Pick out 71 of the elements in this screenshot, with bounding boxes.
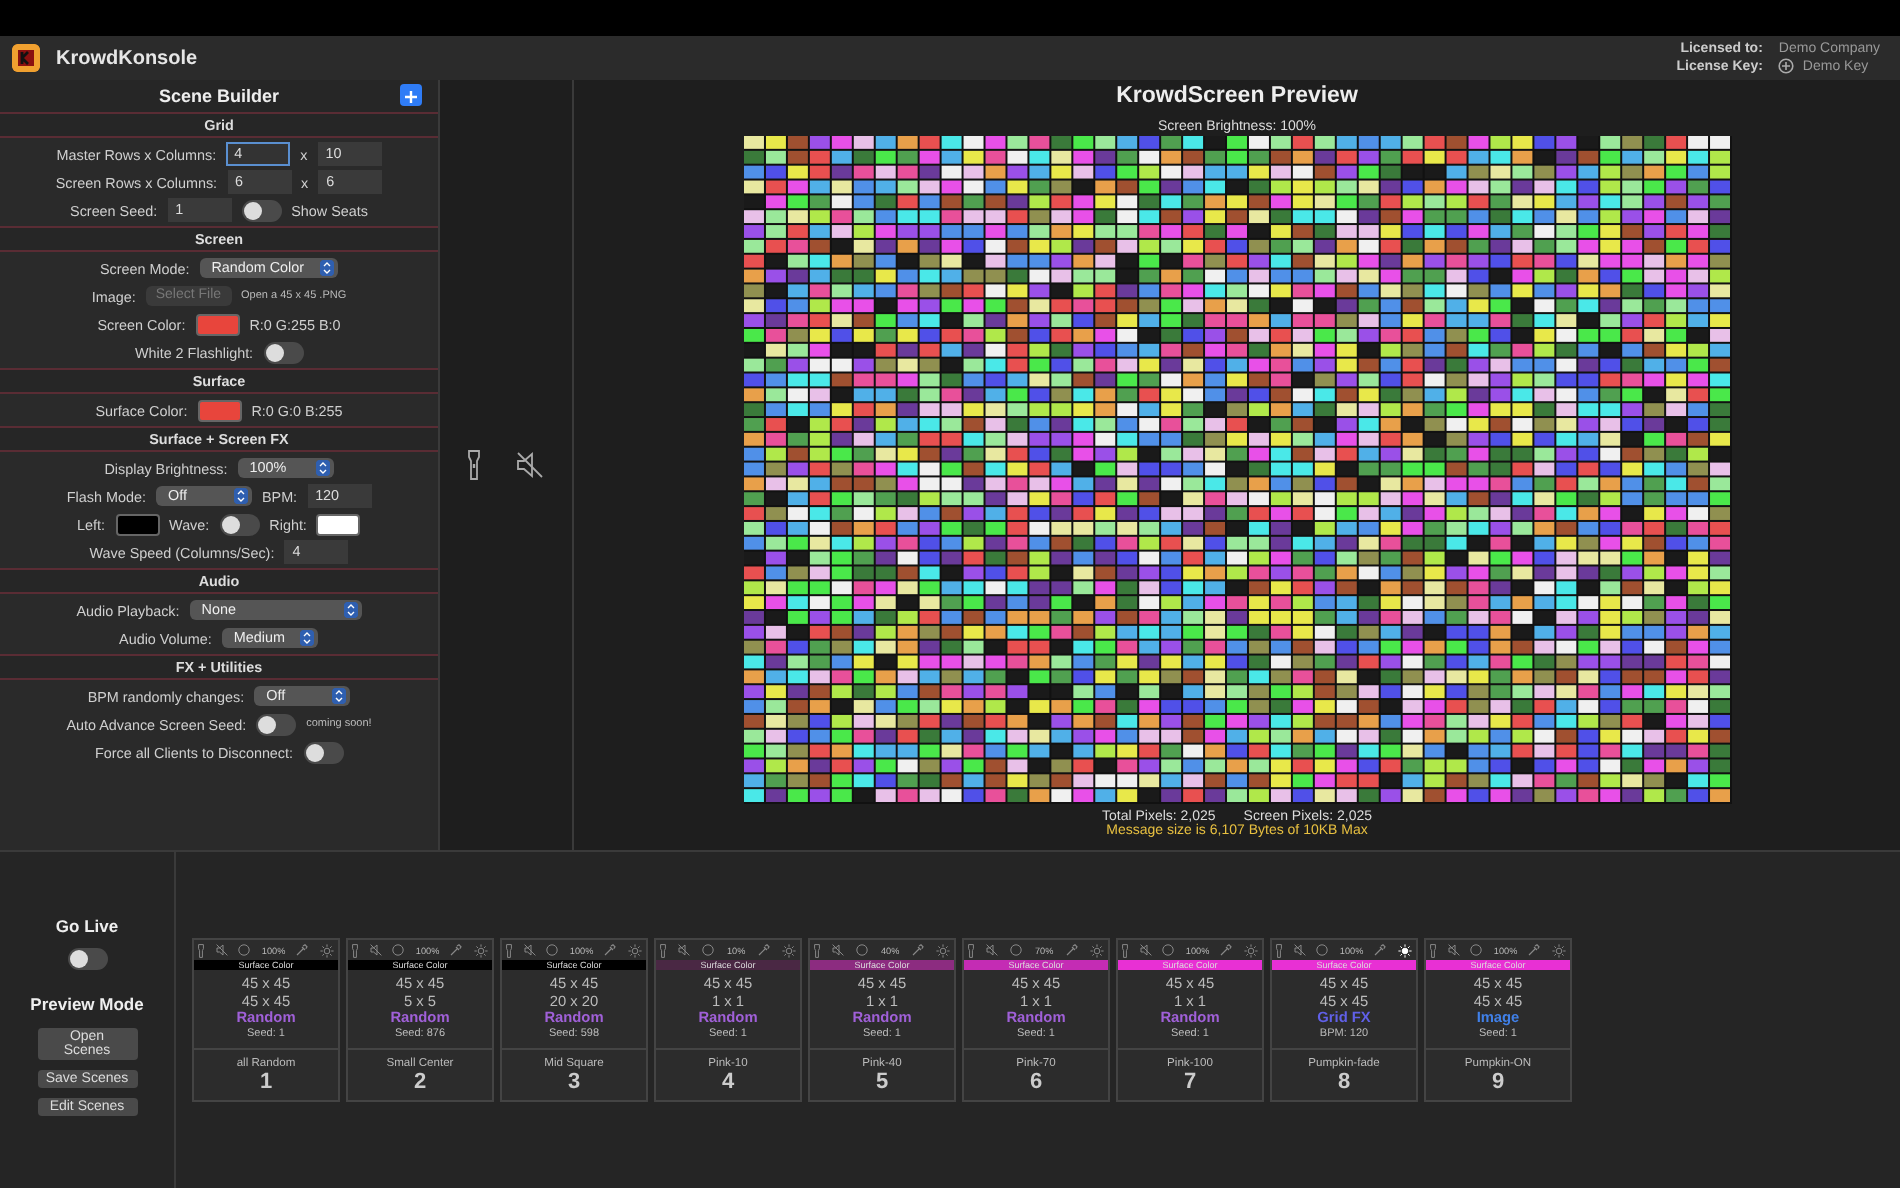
mute-icon[interactable]	[986, 944, 999, 956]
mute-icon[interactable]	[215, 944, 228, 956]
circle-icon[interactable]	[702, 944, 715, 956]
up-down-arrows-icon	[233, 488, 248, 504]
eyedropper-icon[interactable]	[757, 944, 770, 956]
mute-icon[interactable]	[516, 452, 544, 478]
eyedropper-icon[interactable]	[1528, 944, 1541, 956]
scene-number: 2	[413, 1069, 427, 1093]
circle-icon[interactable]	[1470, 944, 1483, 956]
preview-title: KrowdScreen Preview	[1116, 84, 1358, 108]
flashlight-icon[interactable]	[468, 450, 480, 480]
toggle-switch[interactable]	[67, 948, 107, 970]
scene-number: 6	[1029, 1069, 1043, 1093]
flashlight-icon[interactable]	[814, 943, 820, 957]
flashlight-icon[interactable]	[660, 943, 666, 957]
toggle-switch[interactable]	[219, 513, 260, 535]
flashlight-icon[interactable]	[1122, 943, 1128, 957]
circle-icon[interactable]	[1010, 944, 1023, 956]
toggle-switch[interactable]	[256, 713, 297, 735]
toggle-switch[interactable]	[303, 741, 344, 763]
flashlight-icon[interactable]	[1276, 943, 1282, 957]
panel-title: Scene Builder	[158, 86, 280, 106]
mute-icon[interactable]	[1447, 944, 1460, 956]
eyedropper-icon[interactable]	[604, 944, 617, 956]
circle-icon[interactable]	[546, 944, 559, 956]
app-title: KrowdKonsole	[56, 47, 198, 69]
toggle-switch[interactable]	[241, 199, 282, 221]
flashlight-icon[interactable]	[506, 943, 512, 957]
eyedropper-icon[interactable]	[450, 944, 463, 956]
flashlight-icon[interactable]	[198, 943, 204, 957]
mute-icon[interactable]	[1293, 944, 1306, 956]
scene-number: 4	[721, 1069, 735, 1093]
color-swatch[interactable]	[115, 513, 160, 535]
circle-icon[interactable]	[238, 944, 251, 956]
scene-number: 1	[259, 1069, 273, 1093]
mute-icon[interactable]	[832, 944, 845, 956]
add-icon[interactable]	[1778, 58, 1795, 74]
flashlight-icon[interactable]	[968, 943, 974, 957]
circle-icon[interactable]	[856, 944, 869, 956]
flashlight-icon[interactable]	[1430, 943, 1436, 957]
up-down-arrows-icon	[300, 630, 315, 646]
scene-number: 5	[875, 1069, 889, 1093]
color-swatch[interactable]	[195, 313, 240, 335]
up-down-arrows-icon	[332, 688, 347, 704]
circle-icon[interactable]	[392, 944, 405, 956]
preview-mode-label: Preview Mode	[30, 994, 144, 1014]
scene-number: 3	[567, 1069, 581, 1093]
up-down-arrows-icon	[315, 460, 330, 476]
up-down-arrows-icon	[343, 602, 358, 618]
add-button[interactable]	[400, 84, 422, 106]
eyedropper-icon[interactable]	[911, 944, 924, 956]
toggle-switch[interactable]	[263, 341, 304, 363]
go-live-label: Go Live	[55, 916, 119, 936]
mute-icon[interactable]	[523, 944, 536, 956]
scene-number: 9	[1491, 1069, 1505, 1093]
up-down-arrows-icon	[320, 260, 335, 276]
eyedropper-icon[interactable]	[296, 944, 309, 956]
eyedropper-icon[interactable]	[1065, 944, 1078, 956]
color-swatch[interactable]	[197, 399, 242, 421]
color-swatch[interactable]	[316, 513, 361, 535]
flashlight-icon[interactable]	[352, 943, 358, 957]
scene-number: 8	[1337, 1069, 1351, 1093]
mute-icon[interactable]	[678, 944, 691, 956]
eyedropper-icon[interactable]	[1374, 944, 1387, 956]
scene-number: 7	[1183, 1069, 1197, 1093]
mute-icon[interactable]	[369, 944, 382, 956]
mute-icon[interactable]	[1139, 944, 1152, 956]
circle-icon[interactable]	[1316, 944, 1329, 956]
app-logo-icon	[12, 44, 40, 72]
eyedropper-icon[interactable]	[1220, 944, 1233, 956]
circle-icon[interactable]	[1162, 944, 1175, 956]
